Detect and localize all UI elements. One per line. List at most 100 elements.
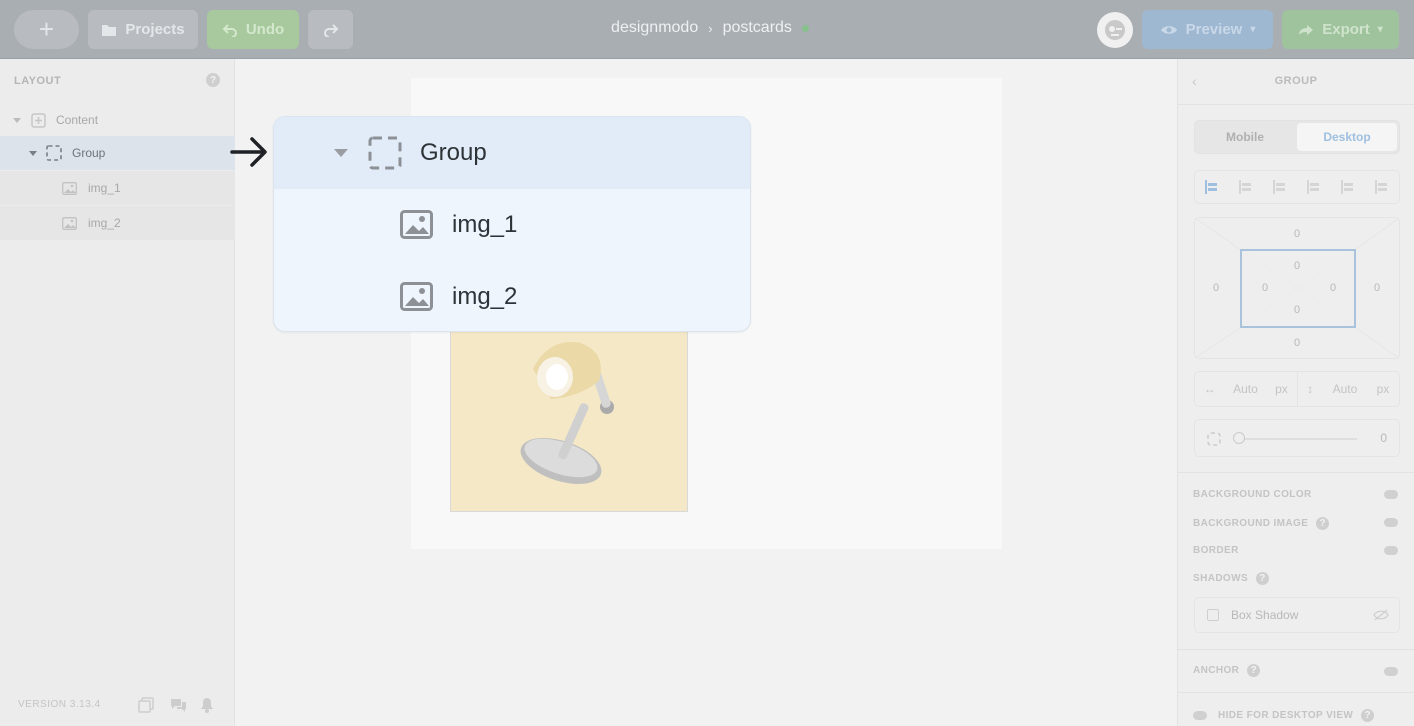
margin-top-input[interactable]: 0 (1294, 228, 1300, 240)
version-label: VERSION 3.13.4 (18, 699, 101, 710)
breadcrumb-page[interactable]: postcards (723, 19, 792, 37)
add-button[interactable]: + (14, 10, 79, 49)
align-right-icon[interactable] (1273, 180, 1287, 194)
box-shadow-row[interactable]: Box Shadow (1194, 597, 1400, 633)
hide-desktop-label: HIDE FOR DESKTOP VIEW (1218, 710, 1354, 721)
eye-hidden-icon[interactable] (1373, 609, 1389, 621)
help-icon[interactable]: ? (206, 73, 220, 87)
border-radius-control: 0 (1194, 419, 1400, 457)
border-toggle[interactable] (1384, 546, 1398, 555)
padding-top-input[interactable]: 0 (1294, 260, 1300, 272)
image-icon (62, 216, 77, 230)
arrow-right-icon (230, 137, 267, 167)
add-icon: + (38, 14, 55, 44)
tree-item-content[interactable]: Content (0, 103, 235, 137)
projects-button[interactable]: Projects (88, 10, 198, 49)
tree-item-img-2[interactable]: img_2 (0, 206, 235, 240)
align-left-icon[interactable] (1205, 180, 1219, 194)
background-image-section: BACKGROUND IMAGE ? (1193, 517, 1330, 530)
layer-tree-zoom: Group img_1 img_2 (273, 116, 751, 332)
vertical-arrows-icon: ↕ (1307, 382, 1314, 396)
padding-right-input[interactable]: 0 (1330, 282, 1336, 294)
help-icon[interactable]: ? (1361, 709, 1375, 722)
radius-slider-handle[interactable] (1233, 432, 1245, 444)
radius-slider-track[interactable] (1239, 438, 1357, 440)
export-button[interactable]: Export ▾ (1282, 10, 1399, 49)
align-top-icon[interactable] (1307, 180, 1321, 194)
undo-icon (222, 23, 237, 37)
zoom-img-1-row[interactable]: img_1 (274, 189, 750, 261)
layout-sidebar: LAYOUT ? Content Group img_1 img_2 VERSI… (0, 59, 235, 726)
margin-right-input[interactable]: 0 (1374, 282, 1380, 294)
breadcrumb: designmodo › postcards (560, 19, 860, 37)
preview-button[interactable]: Preview ▾ (1142, 10, 1273, 49)
tab-desktop[interactable]: Desktop (1297, 123, 1397, 151)
width-field[interactable]: ↔ Auto px (1195, 372, 1297, 406)
help-icon[interactable]: ? (1256, 572, 1270, 585)
tab-mobile[interactable]: Mobile (1195, 121, 1295, 153)
margin-bottom-input[interactable]: 0 (1294, 337, 1300, 349)
align-bottom-icon[interactable] (1375, 180, 1389, 194)
undo-label: Undo (245, 21, 285, 38)
height-field[interactable]: ↕ Auto px (1296, 372, 1400, 406)
caret-down-icon[interactable] (13, 117, 21, 123)
layout-heading: LAYOUT (14, 75, 62, 87)
eye-icon (1160, 25, 1177, 34)
export-label: Export (1322, 21, 1370, 38)
zoom-group-row[interactable]: Group (274, 117, 750, 189)
hide-desktop-toggle[interactable] (1193, 711, 1207, 720)
padding-box: 0 0 0 0 (1240, 249, 1356, 328)
device-toggle: Mobile Desktop (1194, 120, 1400, 154)
help-icon[interactable]: ? (1316, 517, 1330, 530)
top-toolbar: + Projects Undo designmodo › postcards P… (0, 0, 1414, 59)
tree-label: Group (72, 146, 106, 160)
undo-button[interactable]: Undo (207, 10, 299, 49)
lamp-image[interactable] (450, 330, 688, 512)
border-label: BORDER (1193, 545, 1239, 556)
divider (1178, 649, 1414, 650)
folder-icon (102, 24, 117, 36)
chevron-right-icon: › (708, 20, 713, 36)
caret-down-icon[interactable] (334, 149, 348, 157)
tree-item-group[interactable]: Group (0, 136, 235, 170)
zoom-img-1-label: img_1 (452, 211, 518, 238)
copy-icon[interactable] (138, 697, 154, 713)
tree-label: Content (56, 113, 99, 127)
user-avatar[interactable] (1097, 12, 1133, 48)
redo-button[interactable] (308, 10, 353, 49)
help-icon[interactable]: ? (1247, 664, 1261, 677)
background-image-toggle[interactable] (1384, 518, 1398, 527)
chat-icon[interactable] (170, 697, 187, 713)
alignment-toolbar (1194, 170, 1400, 204)
height-unit[interactable]: px (1377, 382, 1390, 396)
background-color-label: BACKGROUND COLOR (1193, 489, 1312, 500)
margin-left-input[interactable]: 0 (1213, 282, 1219, 294)
padding-left-input[interactable]: 0 (1262, 282, 1268, 294)
breadcrumb-project[interactable]: designmodo (611, 19, 698, 37)
width-value: Auto (1233, 382, 1258, 396)
caret-down-icon[interactable] (29, 150, 37, 156)
anchor-toggle[interactable] (1384, 667, 1398, 676)
bell-icon[interactable] (200, 697, 214, 713)
background-image-label: BACKGROUND IMAGE (1193, 518, 1309, 529)
box-shadow-checkbox[interactable] (1207, 609, 1219, 621)
size-controls: ↔ Auto px ↕ Auto px (1194, 371, 1400, 407)
box-shadow-label: Box Shadow (1231, 608, 1299, 622)
image-icon (62, 181, 77, 195)
width-unit[interactable]: px (1275, 382, 1288, 396)
radius-value[interactable]: 0 (1380, 431, 1387, 445)
padding-bottom-input[interactable]: 0 (1294, 304, 1300, 316)
redo-icon (323, 23, 338, 37)
projects-label: Projects (125, 21, 185, 38)
background-color-toggle[interactable] (1384, 490, 1398, 499)
properties-panel: ‹ GROUP Mobile Desktop 0 0 0 0 0 0 0 0 ↔… (1177, 59, 1414, 726)
align-center-icon[interactable] (1239, 180, 1253, 194)
image-icon (400, 210, 433, 239)
zoom-img-2-row[interactable]: img_2 (274, 261, 750, 331)
image-icon (400, 282, 433, 311)
align-middle-icon[interactable] (1341, 180, 1355, 194)
tree-item-img-1[interactable]: img_1 (0, 171, 235, 205)
preview-label: Preview (1185, 21, 1243, 38)
chevron-down-icon: ▾ (1250, 24, 1256, 35)
panel-title: GROUP (1274, 75, 1318, 87)
